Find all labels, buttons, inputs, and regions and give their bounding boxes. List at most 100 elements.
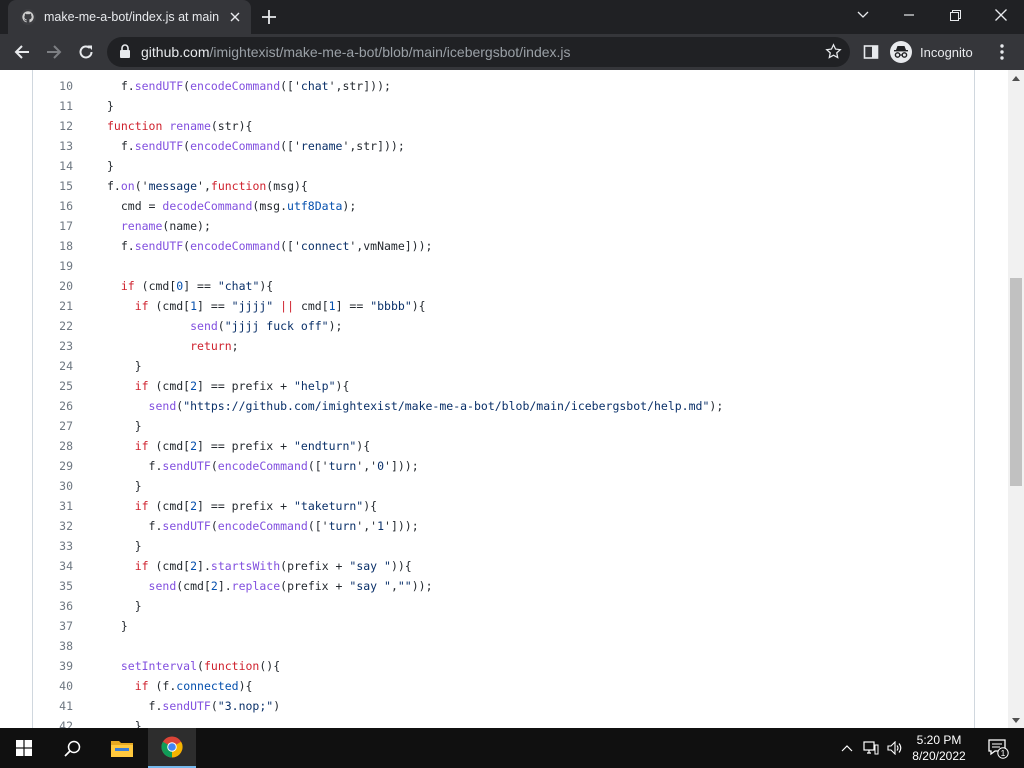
line-number[interactable]: 40 (33, 676, 73, 696)
line-number[interactable]: 11 (33, 96, 73, 116)
code-token: (' (134, 179, 149, 193)
code-line: 13 f.sendUTF(encodeCommand(['rename',str… (33, 136, 974, 156)
system-clock[interactable]: 5:20 PM 8/20/2022 (902, 732, 976, 764)
scroll-down-icon[interactable] (1008, 712, 1024, 728)
line-number[interactable]: 14 (33, 156, 73, 176)
code-token: 2 (190, 559, 198, 573)
code-token: ){ (238, 679, 253, 693)
close-tab-icon[interactable] (227, 9, 243, 25)
line-number[interactable]: 20 (33, 276, 73, 296)
line-number[interactable]: 21 (33, 296, 73, 316)
line-number[interactable]: 28 (33, 436, 73, 456)
line-number[interactable]: 41 (33, 696, 73, 716)
address-bar[interactable]: github.com/imightexist/make-me-a-bot/blo… (107, 37, 850, 67)
code-token: ){ (356, 439, 371, 453)
code-line: 15 f.on('message',function(msg){ (33, 176, 974, 196)
line-number[interactable]: 18 (33, 236, 73, 256)
browser-tab[interactable]: make-me-a-bot/index.js at main (8, 0, 251, 34)
code-token: replace (231, 579, 281, 593)
line-number[interactable]: 33 (33, 536, 73, 556)
code-token: } (107, 99, 114, 113)
line-number[interactable]: 34 (33, 556, 73, 576)
code-token: encodeCommand (217, 519, 308, 533)
url-text[interactable]: github.com/imightexist/make-me-a-bot/blo… (141, 44, 571, 60)
network-icon[interactable] (860, 728, 882, 768)
page-viewport: 10 f.sendUTF(encodeCommand(['chat',str])… (0, 70, 1008, 728)
side-panel-icon[interactable] (857, 38, 885, 66)
line-number[interactable]: 30 (33, 476, 73, 496)
code-token: ); (328, 319, 343, 333)
line-number[interactable]: 39 (33, 656, 73, 676)
line-number[interactable]: 15 (33, 176, 73, 196)
scroll-up-icon[interactable] (1008, 70, 1024, 86)
line-number[interactable]: 26 (33, 396, 73, 416)
code-token: cmd = (107, 199, 163, 213)
back-icon[interactable] (8, 38, 36, 66)
code-token: sendUTF (134, 239, 184, 253)
scrollbar-thumb[interactable] (1010, 278, 1022, 486)
code-token: (cmd[ (148, 299, 191, 313)
search-icon[interactable] (48, 728, 96, 768)
code-token: "help" (293, 379, 336, 393)
code-token: "say " (349, 579, 391, 593)
line-number[interactable]: 38 (33, 636, 73, 656)
windows-start-icon[interactable] (0, 728, 48, 768)
line-number[interactable]: 42 (33, 716, 73, 728)
menu-kebab-icon[interactable] (988, 38, 1016, 66)
code-token: 1 (328, 299, 336, 313)
line-number[interactable]: 37 (33, 616, 73, 636)
code-token: ] == (183, 279, 218, 293)
code-token: "bbbb" (370, 299, 412, 313)
tray-chevron-up-icon[interactable] (838, 728, 856, 768)
code-token: ){ (411, 299, 426, 313)
line-number[interactable]: 12 (33, 116, 73, 136)
code-token: ; (231, 339, 239, 353)
file-explorer-icon[interactable] (98, 728, 146, 768)
code-token: function (210, 179, 267, 193)
windows-taskbar: 5:20 PM 8/20/2022 1 (0, 728, 1024, 768)
line-number[interactable]: 16 (33, 196, 73, 216)
code-token: "taketurn" (293, 499, 364, 513)
new-tab-icon[interactable] (259, 7, 279, 27)
code-token: (f. (148, 679, 177, 693)
code-token: "say " (349, 559, 391, 573)
bookmark-star-icon[interactable] (825, 43, 842, 65)
line-number[interactable]: 13 (33, 136, 73, 156)
line-code: f.sendUTF(encodeCommand(['rename',str]))… (107, 136, 405, 156)
incognito-profile-button[interactable]: Incognito (890, 38, 973, 66)
tab-search-chevron-icon[interactable] (840, 0, 886, 30)
reload-icon[interactable] (72, 38, 100, 66)
line-code: } (107, 596, 142, 616)
close-window-icon[interactable] (978, 0, 1024, 30)
code-token: turn (328, 519, 357, 533)
code-line: 42 } (33, 716, 974, 728)
line-number[interactable]: 25 (33, 376, 73, 396)
line-number[interactable]: 19 (33, 256, 73, 276)
restore-icon[interactable] (932, 0, 978, 30)
code-token: , (390, 579, 398, 593)
code-token: turn (328, 459, 357, 473)
code-token: } (107, 599, 142, 613)
line-number[interactable]: 23 (33, 336, 73, 356)
line-number[interactable]: 27 (33, 416, 73, 436)
line-number[interactable]: 36 (33, 596, 73, 616)
code-line: 21 if (cmd[1] == "jjjj" || cmd[1] == "bb… (33, 296, 974, 316)
line-number[interactable]: 22 (33, 316, 73, 336)
line-code: } (107, 96, 114, 116)
minimize-icon[interactable] (886, 0, 932, 30)
notification-center-icon[interactable]: 1 (980, 728, 1016, 768)
code-token: 2 (190, 499, 198, 513)
line-number[interactable]: 10 (33, 76, 73, 96)
line-number[interactable]: 32 (33, 516, 73, 536)
page-scrollbar[interactable] (1008, 70, 1024, 728)
line-number[interactable]: 17 (33, 216, 73, 236)
lock-icon[interactable] (119, 44, 131, 63)
forward-icon[interactable] (40, 38, 68, 66)
line-number[interactable]: 35 (33, 576, 73, 596)
line-number[interactable]: 31 (33, 496, 73, 516)
line-number[interactable]: 24 (33, 356, 73, 376)
chrome-icon[interactable] (148, 728, 196, 768)
line-number[interactable]: 29 (33, 456, 73, 476)
